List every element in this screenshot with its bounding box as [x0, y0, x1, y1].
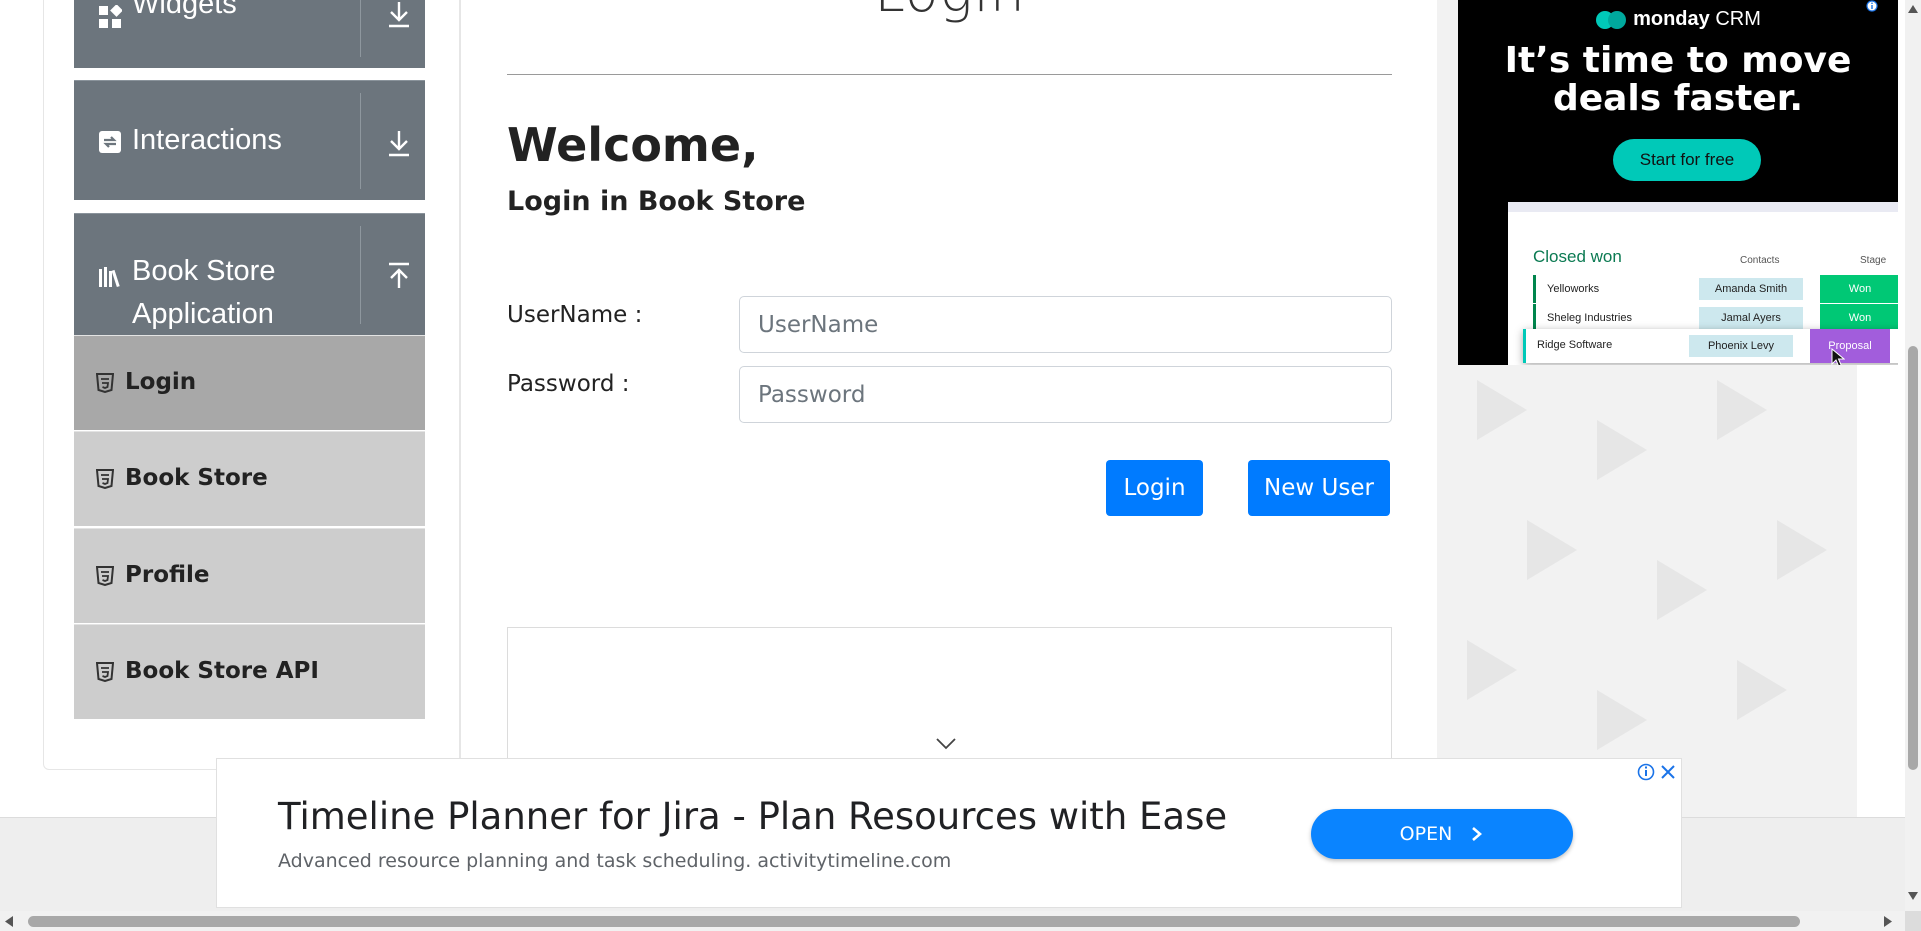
username-input[interactable]: [739, 296, 1392, 353]
crm-row: Yelloworks Amanda Smith Won: [1533, 275, 1898, 303]
group-separator: [360, 93, 361, 189]
vertical-scrollbar[interactable]: [1905, 0, 1921, 911]
scroll-left-arrow-icon[interactable]: [4, 916, 14, 927]
html5-icon: [96, 662, 114, 682]
crm-board-preview: Closed won Contacts Stage Yelloworks Ama…: [1508, 202, 1898, 365]
horizontal-scrollbar[interactable]: [0, 911, 1905, 931]
ad-brand: monday CRM: [1458, 8, 1898, 31]
crm-contact: Phoenix Levy: [1689, 335, 1793, 357]
monday-logo-icon: [1596, 10, 1627, 29]
crm-company: Ridge Software: [1537, 339, 1613, 351]
password-label: Password :: [507, 371, 630, 397]
widgets-icon: [99, 5, 122, 28]
sidebar-group-interactions[interactable]: Interactions: [74, 80, 425, 200]
ad-description: Advanced resource planning and task sche…: [278, 850, 952, 872]
login-button[interactable]: Login: [1106, 460, 1203, 516]
scroll-down-arrow-icon[interactable]: [1908, 892, 1918, 901]
page-title: Login: [507, 0, 1393, 24]
crm-company: Sheleg Industries: [1547, 312, 1632, 324]
group-separator: [360, 0, 361, 57]
html5-icon: [96, 373, 114, 393]
sidebar-item-login[interactable]: Login: [74, 335, 425, 430]
crm-col-contacts: Contacts: [1740, 255, 1780, 266]
sidebar-divider: [459, 0, 460, 770]
vertical-scroll-thumb[interactable]: [1908, 346, 1918, 770]
download-arrow-icon[interactable]: [386, 0, 412, 29]
crm-contact: Jamal Ayers: [1699, 307, 1803, 329]
scroll-up-arrow-icon[interactable]: [1908, 4, 1918, 13]
sidebar-item-profile[interactable]: Profile: [74, 528, 425, 623]
upload-arrow-icon[interactable]: [386, 261, 412, 291]
crm-contact: Amanda Smith: [1699, 278, 1803, 300]
ad-open-button[interactable]: OPEN: [1311, 809, 1573, 859]
sidebar-item-label: Book Store API: [125, 658, 319, 684]
chevron-right-icon: [1472, 827, 1483, 841]
crm-stage: Won: [1820, 275, 1898, 303]
sidebar-item-label: Login: [125, 369, 197, 395]
crm-stage: Proposal: [1810, 329, 1890, 363]
ad-headline-line: deals faster.: [1552, 78, 1804, 119]
welcome-heading: Welcome,: [507, 118, 759, 172]
ad-info-icon[interactable]: [1866, 0, 1882, 12]
crm-stage: Won: [1820, 304, 1898, 332]
ad-choices-icon[interactable]: [1635, 761, 1679, 783]
html5-icon: [96, 566, 114, 586]
scroll-right-arrow-icon[interactable]: [1883, 916, 1893, 927]
interactions-icon: [99, 131, 121, 153]
title-divider: [507, 74, 1392, 75]
books-icon: [99, 267, 120, 288]
ad-start-button[interactable]: Start for free: [1613, 139, 1761, 181]
password-input[interactable]: [739, 366, 1392, 423]
sidebar-group-label: Interactions: [132, 124, 282, 156]
ad-brand-suffix: CRM: [1709, 8, 1761, 30]
scrollbar-corner: [1905, 911, 1921, 931]
sidebar-item-label: Book Store: [125, 465, 268, 491]
ad-title[interactable]: Timeline Planner for Jira - Plan Resourc…: [278, 795, 1227, 838]
sidebar-group-label: Widgets: [132, 0, 237, 20]
cursor-icon: [1831, 348, 1845, 365]
crm-row: Sheleg Industries Jamal Ayers Won: [1533, 304, 1898, 332]
sidebar-item-book-store-api[interactable]: Book Store API: [74, 624, 425, 719]
monday-crm-ad[interactable]: monday CRM It’s time to move deals faste…: [1458, 0, 1898, 365]
html5-icon: [96, 469, 114, 489]
sidebar-group-label: Application: [132, 298, 274, 330]
ad-headline-line: It’s time to move: [1504, 40, 1852, 81]
download-arrow-icon[interactable]: [386, 128, 412, 158]
ad-open-label: OPEN: [1399, 823, 1453, 845]
crm-company: Yelloworks: [1547, 283, 1600, 295]
horizontal-scroll-thumb[interactable]: [28, 916, 1800, 927]
sidebar-item-book-store[interactable]: Book Store: [74, 431, 425, 526]
login-subheading: Login in Book Store: [507, 186, 806, 217]
timeline-planner-ad[interactable]: Timeline Planner for Jira - Plan Resourc…: [216, 758, 1682, 908]
sidebar-item-label: Profile: [125, 562, 210, 588]
group-separator: [360, 226, 361, 324]
new-user-button[interactable]: New User: [1248, 460, 1390, 516]
ad-brand-name: monday: [1633, 8, 1710, 30]
crm-col-stage: Stage: [1860, 255, 1887, 266]
chevron-down-icon[interactable]: [935, 737, 957, 751]
sidebar-group-book-store-application[interactable]: Book Store Application: [74, 213, 425, 335]
username-label: UserName :: [507, 302, 643, 328]
crm-board-title: Closed won: [1533, 247, 1622, 266]
sidebar-group-widgets[interactable]: Widgets: [74, 0, 425, 68]
sidebar-group-label: Book Store: [132, 255, 276, 287]
ad-headline: It’s time to move deals faster.: [1458, 42, 1898, 118]
